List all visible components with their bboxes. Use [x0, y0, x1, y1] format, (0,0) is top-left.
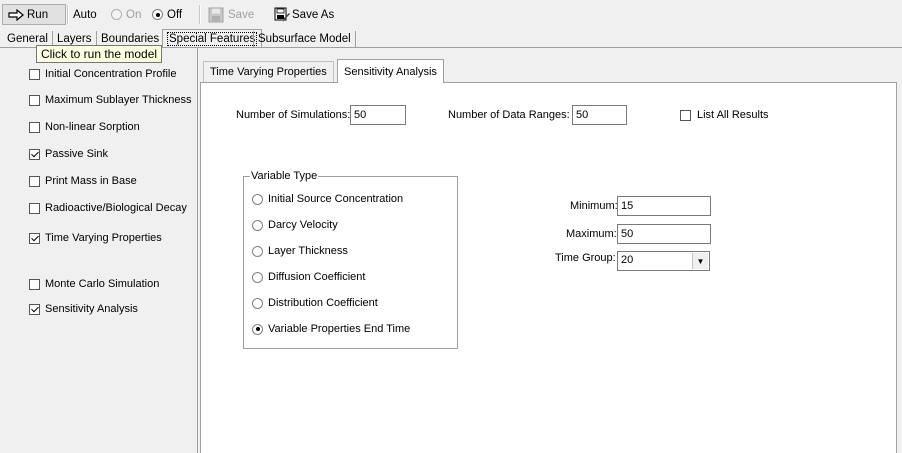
feature-initial-concentration-profile[interactable]: Initial Concentration Profile	[29, 68, 176, 80]
variable-type-label: Layer Thickness	[268, 245, 348, 257]
tab-special-features[interactable]: Special Features	[162, 29, 263, 48]
variable-type-option[interactable]: Diffusion Coefficient	[252, 271, 365, 283]
variable-type-option[interactable]: Initial Source Concentration	[252, 193, 403, 205]
variable-type-label: Variable Properties End Time	[268, 323, 411, 335]
time-group-label: Time Group:	[555, 252, 616, 264]
feature-label: Initial Concentration Profile	[45, 68, 177, 80]
panel-divider	[197, 48, 198, 453]
run-button[interactable]: Run	[2, 4, 66, 25]
minimum-label: Minimum:	[570, 200, 618, 212]
toolbar: Run Auto On Off Save Save As	[0, 0, 902, 30]
save-as-icon	[274, 7, 290, 22]
toolbar-separator	[67, 5, 69, 24]
variable-type-option[interactable]: Distribution Coefficient	[252, 297, 378, 309]
feature-label: Non-linear Sorption	[45, 121, 140, 133]
variable-type-option[interactable]: Layer Thickness	[252, 245, 348, 257]
feature-label: Print Mass in Base	[45, 175, 137, 187]
run-label: Run	[27, 8, 49, 21]
variable-type-option[interactable]: Darcy Velocity	[252, 219, 338, 231]
variable-type-label: Darcy Velocity	[268, 219, 338, 231]
variable-type-title: Variable Type	[250, 170, 319, 182]
feature-monte-carlo-simulation[interactable]: Monte Carlo Simulation	[29, 278, 159, 290]
feature-time-varying-properties[interactable]: Time Varying Properties	[29, 232, 162, 244]
auto-on-radio-circle	[111, 9, 122, 20]
feature-label: Monte Carlo Simulation	[45, 278, 160, 290]
auto-off-label: Off	[167, 8, 183, 21]
auto-on-radio[interactable]: On	[111, 4, 141, 25]
feature-checkbox[interactable]	[29, 68, 40, 80]
maximum-label: Maximum:	[566, 228, 617, 240]
variable-type-radio[interactable]	[252, 323, 263, 335]
auto-off-radio-circle	[152, 9, 163, 20]
auto-label: Auto	[73, 8, 97, 21]
time-group-value: 20	[621, 254, 634, 266]
save-as-label: Save As	[292, 8, 335, 21]
feature-maximum-sublayer-thickness[interactable]: Maximum Sublayer Thickness	[29, 94, 192, 106]
dropdown-arrow-icon[interactable]: ▼	[692, 253, 708, 269]
feature-checkbox[interactable]	[29, 278, 40, 290]
feature-radioactive-biological-decay[interactable]: Radioactive/Biological Decay	[29, 202, 187, 214]
tab-time-varying-properties-label: Time Varying Properties	[210, 66, 327, 78]
num-data-ranges-label: Number of Data Ranges:	[448, 109, 570, 121]
tab-sensitivity-analysis[interactable]: Sensitivity Analysis	[337, 59, 444, 83]
num-data-ranges-input[interactable]	[572, 105, 627, 125]
variable-type-radio[interactable]	[252, 271, 263, 283]
feature-checkbox[interactable]	[29, 121, 40, 133]
variable-type-label: Initial Source Concentration	[268, 193, 404, 205]
save-button[interactable]: Save	[208, 4, 254, 25]
feature-checkbox[interactable]	[29, 202, 40, 214]
variable-type-radio[interactable]	[252, 219, 263, 231]
tab-subsurface-model[interactable]: Subsurface Model	[253, 31, 356, 47]
num-simulations-input[interactable]	[350, 105, 406, 125]
save-as-button[interactable]: Save As	[274, 4, 334, 25]
feature-non-linear-sorption[interactable]: Non-linear Sorption	[29, 121, 140, 133]
variable-type-radio[interactable]	[252, 245, 263, 257]
minimum-input[interactable]	[617, 196, 711, 216]
list-all-results-label: List All Results	[697, 109, 769, 121]
feature-passive-sink[interactable]: Passive Sink	[29, 148, 108, 160]
run-tooltip: Click to run the model	[36, 45, 163, 63]
auto-on-label: On	[126, 8, 142, 21]
variable-type-label: Diffusion Coefficient	[268, 271, 366, 283]
tab-special-features-label: Special Features	[167, 32, 258, 46]
feature-checkbox[interactable]	[29, 303, 40, 315]
list-all-results-checkbox[interactable]: List All Results	[680, 109, 769, 121]
feature-label: Time Varying Properties	[45, 232, 162, 244]
feature-label: Passive Sink	[45, 148, 108, 160]
feature-label: Sensitivity Analysis	[45, 303, 138, 315]
feature-label: Radioactive/Biological Decay	[45, 202, 187, 214]
feature-sensitivity-analysis[interactable]: Sensitivity Analysis	[29, 303, 138, 315]
feature-print-mass-in-base[interactable]: Print Mass in Base	[29, 175, 137, 187]
tab-time-varying-properties[interactable]: Time Varying Properties	[203, 61, 334, 82]
maximum-input[interactable]	[617, 224, 711, 244]
feature-checkbox[interactable]	[29, 148, 40, 160]
variable-type-option[interactable]: Variable Properties End Time	[252, 323, 410, 335]
save-label: Save	[228, 8, 255, 21]
feature-label: Maximum Sublayer Thickness	[45, 94, 192, 106]
time-group-select[interactable]: 20 ▼	[617, 251, 710, 271]
tab-general-label: General	[7, 33, 48, 45]
auto-off-radio[interactable]: Off	[152, 4, 182, 25]
variable-type-radio[interactable]	[252, 297, 263, 309]
tab-layers-label: Layers	[57, 33, 92, 45]
feature-checkbox[interactable]	[29, 175, 40, 187]
list-all-results-box[interactable]	[680, 109, 691, 121]
tab-sensitivity-analysis-label: Sensitivity Analysis	[344, 65, 437, 78]
feature-checkbox[interactable]	[29, 232, 40, 244]
features-panel: Initial Concentration Profile Maximum Su…	[0, 48, 197, 453]
toolbar-separator	[199, 5, 201, 24]
run-arrow-icon	[8, 8, 24, 21]
tab-boundaries-label: Boundaries	[101, 33, 160, 45]
tab-subsurface-model-label: Subsurface Model	[258, 33, 351, 45]
variable-type-label: Distribution Coefficient	[268, 297, 378, 309]
variable-type-radio[interactable]	[252, 193, 263, 205]
num-simulations-label: Number of Simulations:	[236, 109, 351, 121]
floppy-disk-icon	[208, 7, 224, 22]
feature-checkbox[interactable]	[29, 94, 40, 106]
